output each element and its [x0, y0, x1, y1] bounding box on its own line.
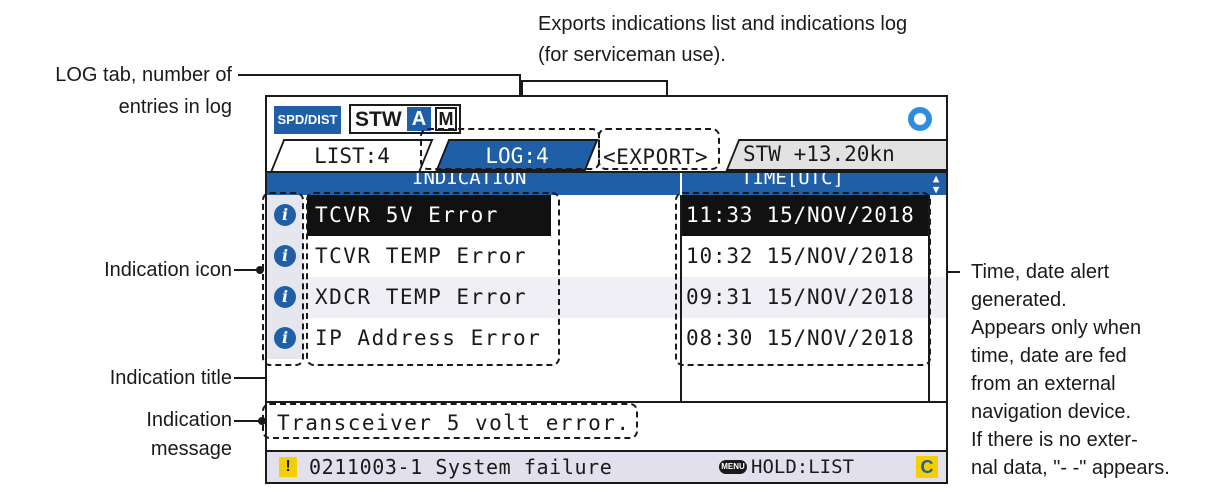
icon-column-highlight [262, 192, 304, 366]
log-tab-leader-h [238, 74, 521, 76]
mode-stw-label: STW [355, 108, 402, 131]
time-column-highlight [675, 192, 931, 366]
export-leader-h [521, 80, 668, 82]
time-callout-line3: Appears only when [971, 317, 1142, 339]
indication-message-callout-line1: Indication [146, 409, 232, 431]
stw-speed-value: STW +13.20kn [743, 142, 895, 166]
hold-list-label: HOLD:LIST [751, 456, 854, 478]
export-callout-line2: (for serviceman use). [538, 44, 726, 66]
scroll-arrows-icon[interactable]: ▲ ▼ [926, 173, 946, 195]
time-column-header: TIME[UTC] [741, 173, 844, 189]
export-callout-line1: Exports indications list and indications… [538, 13, 908, 35]
tab-list-label: LIST:4 [314, 144, 390, 168]
time-callout-line7: If there is no exter- [971, 429, 1138, 451]
time-callout-line5: from an external [971, 373, 1116, 395]
indication-title-callout: Indication title [109, 367, 232, 389]
time-callout-line8: nal data, "- -" appears. [971, 457, 1170, 479]
indication-column-header: INDICATION [412, 173, 527, 189]
message-highlight [262, 403, 638, 439]
time-callout-line6: navigation device. [971, 401, 1132, 423]
indication-message-callout-line2: message [150, 438, 232, 460]
title-column-highlight [306, 192, 560, 366]
time-callout-line4: time, date are fed [971, 345, 1127, 367]
status-ring-icon [908, 107, 932, 131]
log-tab-callout-line1: LOG tab, number of [55, 64, 232, 86]
status-bar: ! 0211003-1 System failure MENU HOLD:LIS… [267, 450, 946, 482]
status-text: 0211003-1 System failure [309, 455, 613, 479]
c-badge: C [916, 456, 938, 478]
log-tab-callout-line2: entries in log [118, 96, 232, 118]
time-callout-line1: Time, date alert [971, 261, 1110, 283]
log-tab-highlight [420, 128, 600, 170]
indication-icon-callout: Indication icon [104, 259, 232, 281]
warning-icon: ! [279, 457, 297, 477]
time-callout-line2: generated. [971, 289, 1067, 311]
export-highlight [598, 128, 720, 170]
spd-dist-badge: SPD/DIST [274, 106, 341, 134]
menu-button-icon: MENU [719, 460, 747, 474]
